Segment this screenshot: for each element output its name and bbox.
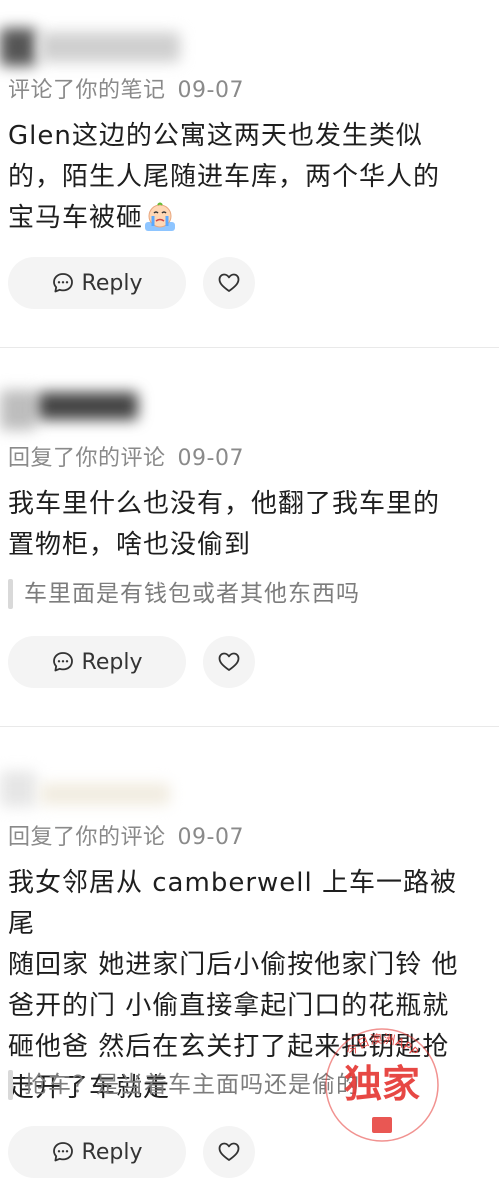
comment-action-text: 回复了你的评论 (8, 825, 166, 850)
comment-line: Glen这边的公寓这两天也发生类似 (8, 121, 423, 151)
heart-icon (218, 1142, 240, 1161)
quoted-comment: 车里面是有钱包或者其他东西吗 (8, 576, 478, 612)
comment-action-text: 回复了你的评论 (8, 446, 166, 471)
quote-text: 抢车？是当着车主面吗还是偷的 (24, 1072, 360, 1098)
comment-date: 09-07 (177, 825, 244, 850)
comment-bubble-icon (52, 652, 73, 672)
comment-line: 置物柜，啥也没偷到 (8, 530, 252, 560)
quote-text: 车里面是有钱包或者其他东西吗 (24, 581, 360, 607)
crying-face-emoji-icon (145, 202, 176, 231)
comment-date: 09-07 (177, 446, 244, 471)
heart-icon (218, 273, 240, 292)
comment-bubble-icon (52, 273, 73, 293)
watermark-main-text: 独家 (344, 1062, 420, 1106)
quote-bar (8, 1070, 13, 1100)
quote-bar (8, 579, 13, 609)
blurred-avatar (0, 28, 36, 66)
blurred-username (40, 32, 180, 62)
reply-label: Reply (81, 1139, 143, 1165)
heart-icon (218, 652, 240, 671)
comment-item-2: 回复了你的评论 09-07 我车里什么也没有，他翻了我车里的 置物柜，啥也没偷到 … (0, 348, 499, 726)
like-button[interactable] (203, 257, 255, 309)
reply-button[interactable]: Reply (8, 1126, 186, 1178)
like-button[interactable] (203, 1126, 255, 1178)
comment-meta: 回复了你的评论 09-07 (8, 819, 244, 851)
watermark-logo-icon (372, 1117, 392, 1133)
comment-item-1: 评论了你的笔记 09-07 Glen这边的公寓这两天也发生类似 的，陌生人尾随进车… (0, 0, 499, 348)
comment-text: 我车里什么也没有，他翻了我车里的 置物柜，啥也没偷到 (8, 484, 478, 566)
blurred-username (38, 392, 138, 420)
comment-meta: 评论了你的笔记 09-07 (8, 72, 244, 104)
like-button[interactable] (203, 636, 255, 688)
comment-line: 的，陌生人尾随进车库，两个华人的 (8, 162, 441, 192)
reply-label: Reply (81, 270, 143, 296)
blurred-avatar (0, 771, 36, 807)
comment-line: 我女邻居从 camberwell 上车一路被尾 (8, 868, 457, 939)
comment-meta: 回复了你的评论 09-07 (8, 440, 244, 472)
reply-label: Reply (81, 649, 143, 675)
comment-line: 我车里什么也没有，他翻了我车里的 (8, 489, 441, 519)
reply-button[interactable]: Reply (8, 257, 186, 309)
exclusive-watermark-stamp: 今日澳洲APP 独家 (325, 1028, 439, 1142)
blurred-avatar (0, 390, 36, 430)
comment-line: 随回家 她进家门后小偷按他家门铃 他 (8, 950, 459, 980)
comment-text: Glen这边的公寓这两天也发生类似 的，陌生人尾随进车库，两个华人的 宝马车被砸 (8, 116, 478, 239)
comment-date: 09-07 (177, 78, 244, 103)
comment-line: 宝马车被砸 (8, 198, 478, 239)
blurred-username (40, 783, 170, 805)
comment-action-text: 评论了你的笔记 (8, 78, 166, 103)
comment-bubble-icon (52, 1142, 73, 1162)
reply-button[interactable]: Reply (8, 636, 186, 688)
comment-line: 爸开的门 小偷直接拿起门口的花瓶就 (8, 991, 450, 1021)
